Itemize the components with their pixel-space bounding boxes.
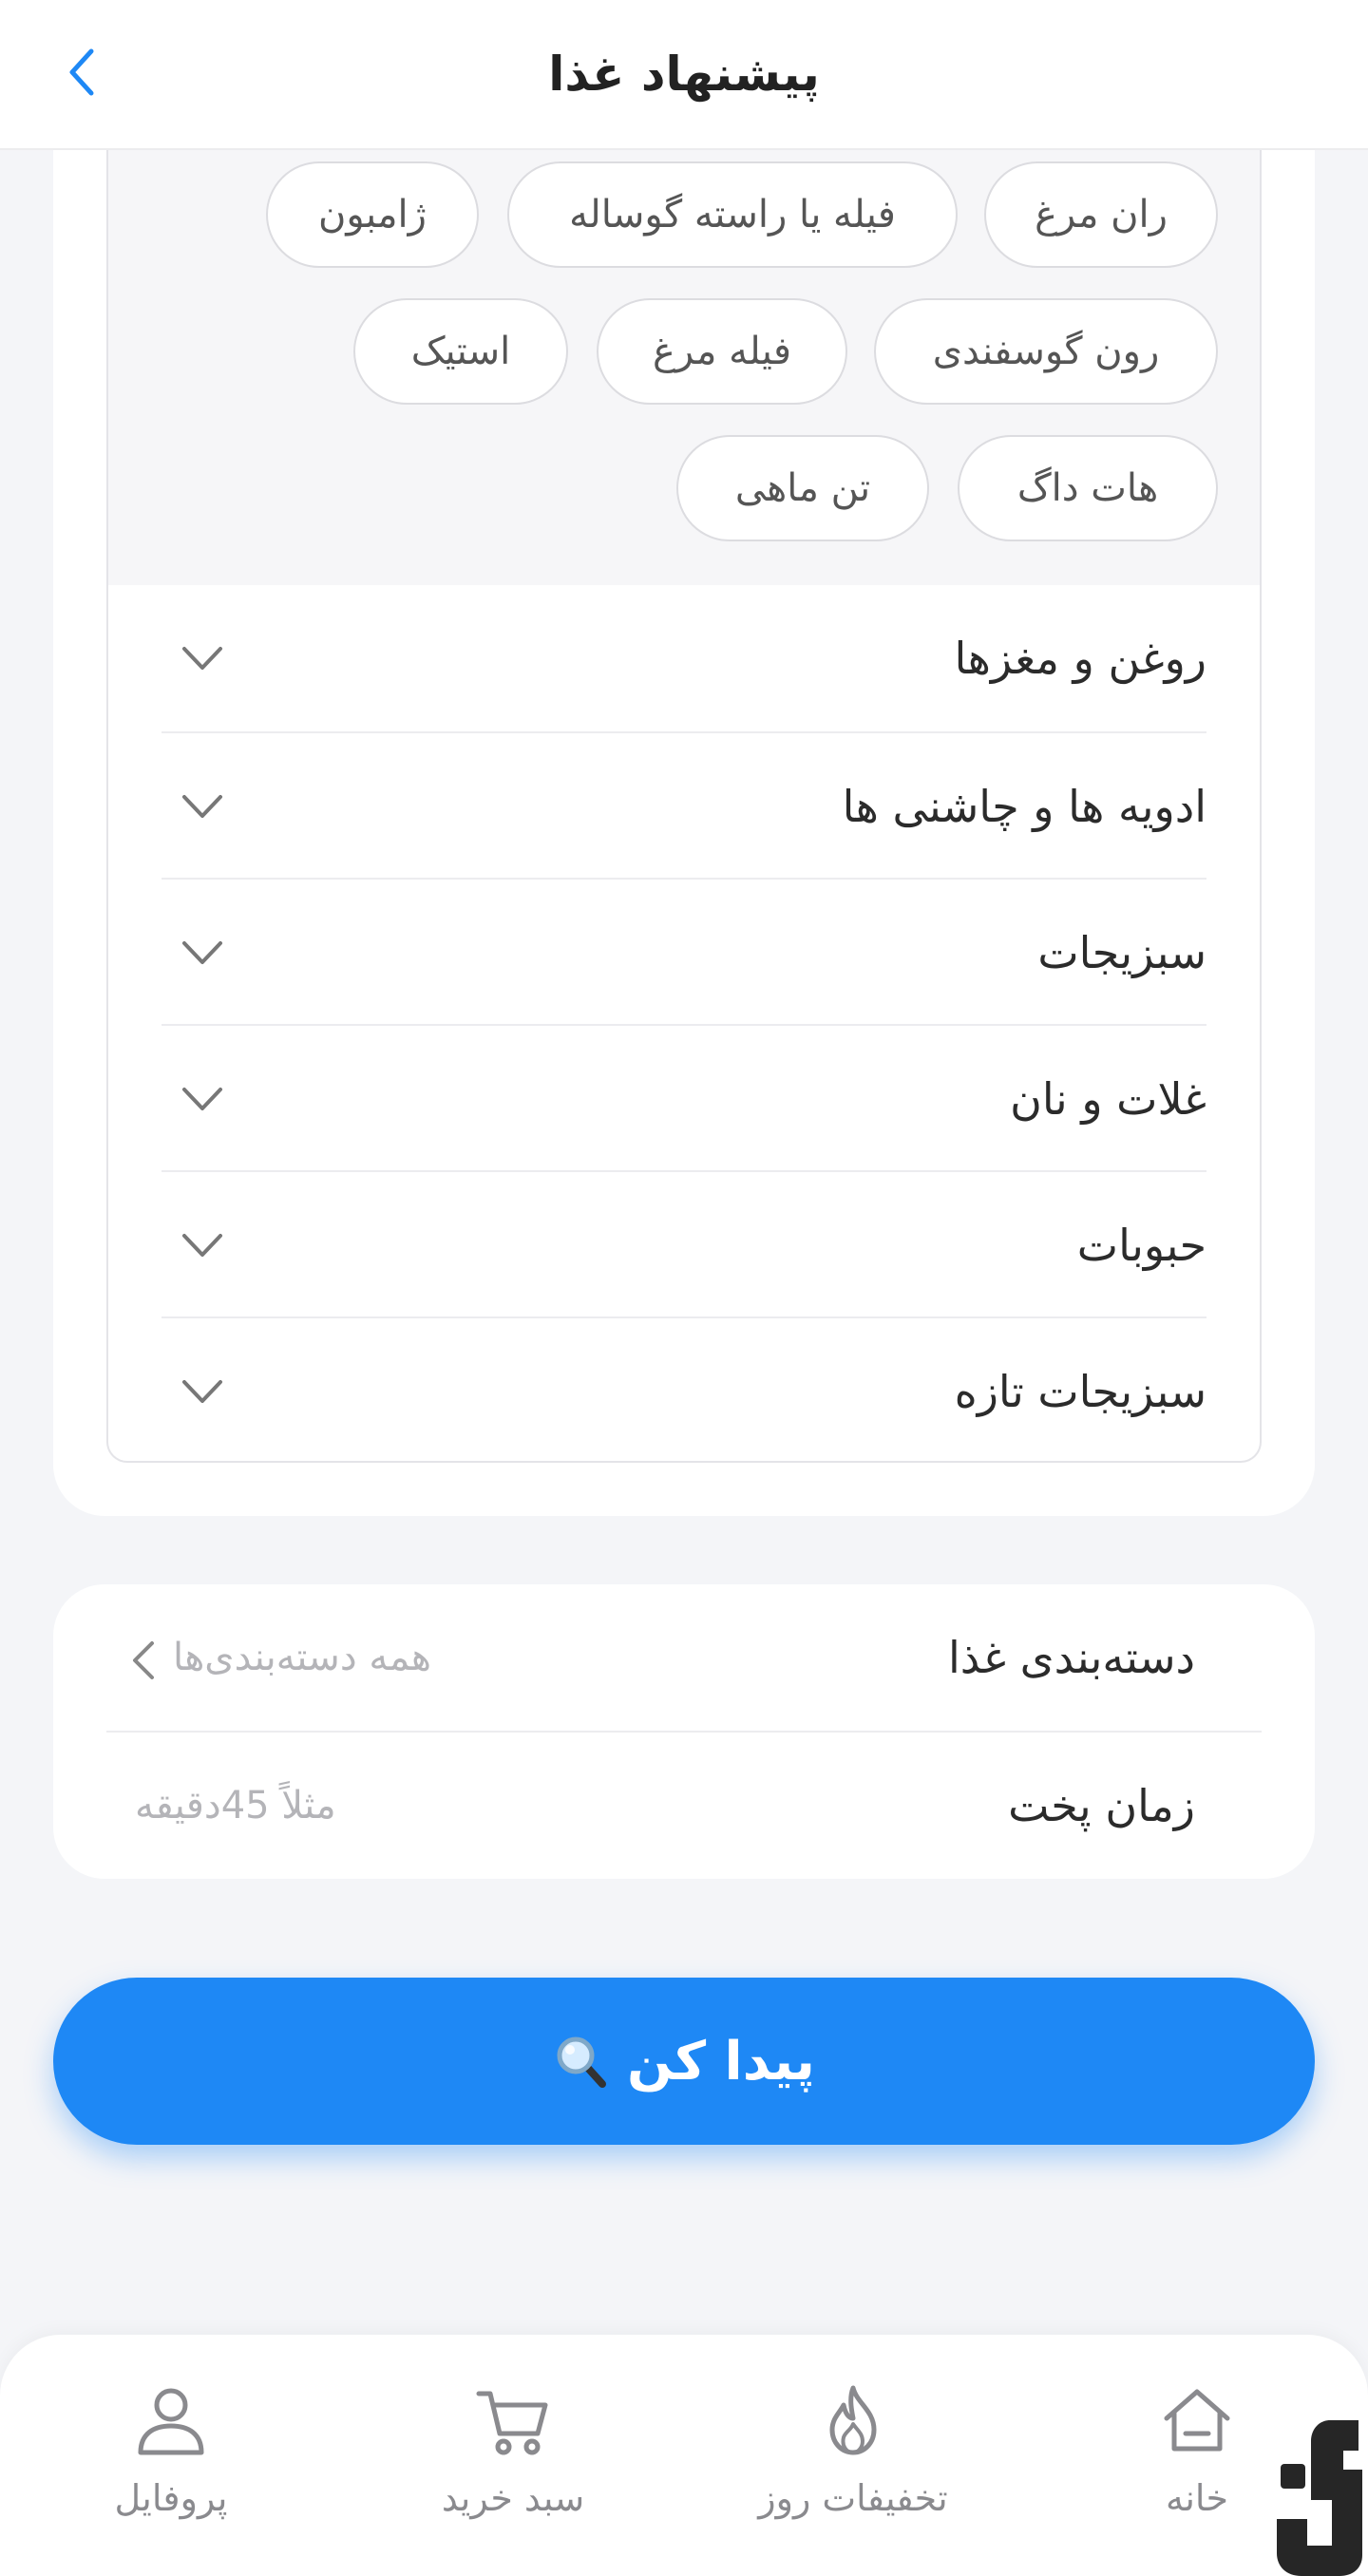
food-category-label: دسته‌بندی غذا xyxy=(947,1632,1195,1683)
food-category-value: همه دسته‌بندی‌ها xyxy=(173,1636,432,1679)
nav-daily-deals-label: تخفیفات روز xyxy=(758,2477,948,2519)
nav-cart[interactable]: سبد خرید xyxy=(399,2380,627,2551)
store-logo-watermark xyxy=(1277,2420,1362,2576)
ingredient-chip[interactable]: استیک xyxy=(353,298,568,405)
chevron-down-icon xyxy=(182,1088,222,1110)
category-row-fresh-herbs[interactable]: سبزیجات تازه xyxy=(162,1316,1206,1461)
find-button[interactable]: پیدا کن xyxy=(53,1978,1315,2145)
nav-profile[interactable]: پروفایل xyxy=(57,2380,285,2551)
cook-time-label: زمان پخت xyxy=(1008,1780,1195,1831)
chevron-left-icon xyxy=(133,1641,154,1679)
ingredient-chip[interactable]: ران مرغ xyxy=(984,161,1218,268)
category-label: روغن و مغزها xyxy=(954,633,1206,684)
category-row-vegetables[interactable]: سبزیجات xyxy=(162,878,1206,1026)
nav-home-label: خانه xyxy=(1165,2477,1229,2519)
cook-time-field[interactable]: زمان پخت مثلاً 45دقیقه xyxy=(106,1733,1262,1879)
user-icon xyxy=(138,2388,204,2455)
category-label: غلات و نان xyxy=(1010,1073,1206,1125)
category-label: حبوبات xyxy=(1076,1220,1206,1271)
nav-profile-label: پروفایل xyxy=(114,2477,228,2519)
nav-cart-label: سبد خرید xyxy=(441,2477,585,2519)
ingredient-chips-area: ران مرغ فیله یا راسته گوساله ژامبون رون … xyxy=(108,95,1260,585)
category-label: ادویه ها و چاشنی ها xyxy=(842,781,1206,832)
category-row-grains-bread[interactable]: غلات و نان xyxy=(162,1024,1206,1172)
chevron-down-icon xyxy=(182,1234,222,1257)
app-header: پیشنهاد غذا xyxy=(0,0,1368,150)
back-button[interactable] xyxy=(53,44,110,101)
cart-icon xyxy=(476,2391,548,2455)
category-row-spices[interactable]: ادویه ها و چاشنی ها xyxy=(162,731,1206,880)
category-label: سبزیجات تازه xyxy=(954,1366,1206,1417)
page-title: پیشنهاد غذا xyxy=(548,47,820,102)
filters-card: دسته‌بندی غذا همه دسته‌بندی‌ها زمان پخت … xyxy=(53,1584,1315,1879)
ingredient-chip[interactable]: ژامبون xyxy=(266,161,479,268)
flame-icon xyxy=(829,2385,877,2455)
food-category-selector[interactable]: دسته‌بندی غذا همه دسته‌بندی‌ها xyxy=(106,1584,1262,1733)
category-row-legumes[interactable]: حبوبات xyxy=(162,1170,1206,1318)
ingredients-card: ران مرغ فیله یا راسته گوساله ژامبون رون … xyxy=(53,95,1315,1516)
category-label: سبزیجات xyxy=(1037,927,1206,978)
ingredient-chip[interactable]: رون گوسفندی xyxy=(874,298,1218,405)
ingredient-chip[interactable]: هات داگ xyxy=(958,435,1218,541)
chevron-down-icon xyxy=(182,1380,222,1403)
magnifier-icon xyxy=(557,2036,607,2088)
chevron-down-icon xyxy=(182,795,222,818)
chevron-left-icon xyxy=(69,48,94,96)
nav-daily-deals[interactable]: تخفیفات روز xyxy=(739,2380,967,2551)
category-row-oils-nuts[interactable]: روغن و مغزها xyxy=(162,585,1206,731)
find-button-label: پیدا کن xyxy=(627,2030,815,2093)
ingredients-panel: ران مرغ فیله یا راسته گوساله ژامبون رون … xyxy=(106,95,1262,1463)
ingredient-chip[interactable]: فیله مرغ xyxy=(597,298,847,405)
cook-time-input[interactable]: مثلاً 45دقیقه xyxy=(135,1733,336,1879)
home-icon xyxy=(1164,2389,1230,2452)
ingredient-chip[interactable]: تن ماهی xyxy=(676,435,929,541)
chevron-down-icon xyxy=(182,941,222,964)
ingredient-chip[interactable]: فیله یا راسته گوساله xyxy=(507,161,958,268)
bottom-nav: خانه تخفیفات روز سبد خرید پروفایل xyxy=(0,2335,1368,2576)
chevron-down-icon xyxy=(182,647,222,670)
